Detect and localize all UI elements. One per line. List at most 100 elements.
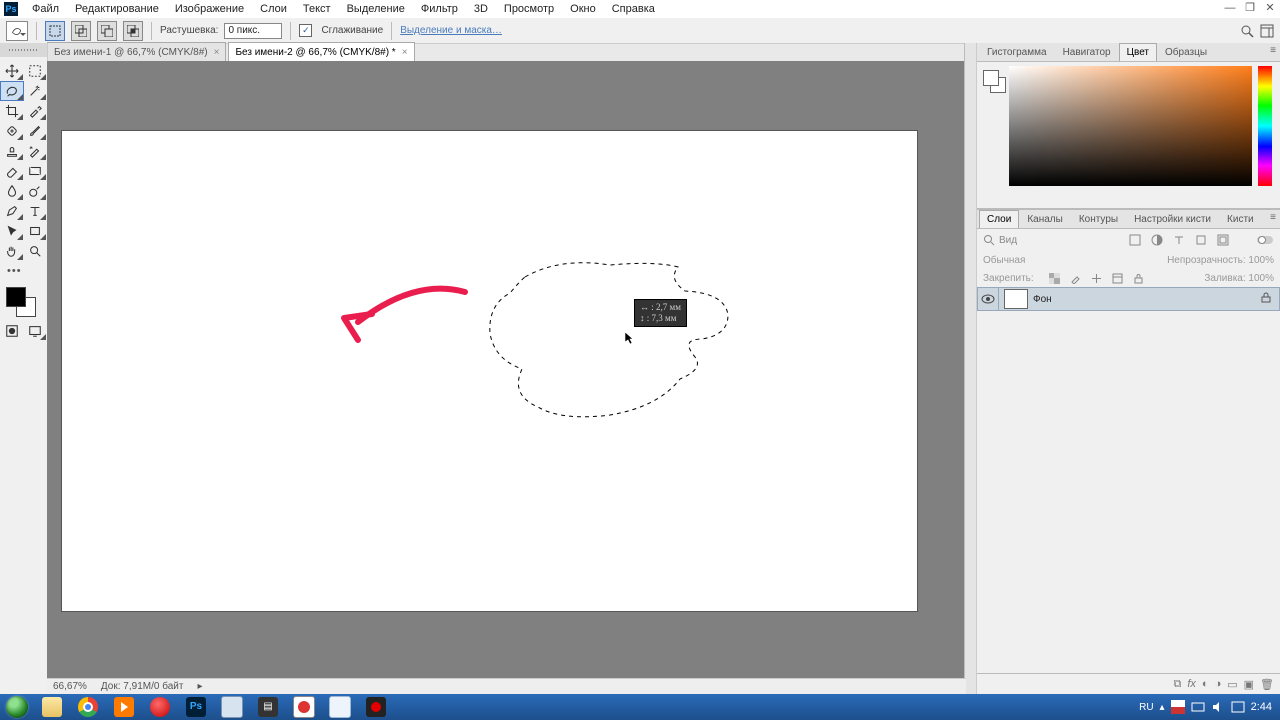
menu-3d[interactable]: 3D bbox=[466, 0, 496, 18]
language-indicator[interactable]: RU bbox=[1139, 702, 1153, 713]
menu-select[interactable]: Выделение bbox=[339, 0, 413, 18]
select-and-mask-button[interactable]: Выделение и маска… bbox=[400, 25, 502, 36]
color-field[interactable] bbox=[1009, 66, 1252, 186]
window-maximize-button[interactable]: ❐ bbox=[1240, 0, 1260, 18]
brush-tool[interactable] bbox=[24, 121, 48, 141]
menu-file[interactable]: Файл bbox=[24, 0, 67, 18]
mask-icon[interactable]: ◐ bbox=[1202, 678, 1209, 690]
pen-tool[interactable] bbox=[0, 201, 24, 221]
search-icon[interactable] bbox=[1240, 24, 1254, 38]
taskbar-player-icon[interactable] bbox=[106, 694, 142, 720]
fill-value[interactable]: 100% bbox=[1248, 273, 1274, 284]
link-layers-icon[interactable]: ⧉ bbox=[1173, 678, 1181, 691]
antialias-checkbox[interactable]: ✓ bbox=[299, 24, 312, 37]
selection-new-button[interactable] bbox=[45, 21, 65, 41]
opacity-value[interactable]: 100% bbox=[1248, 255, 1274, 266]
filter-type-icon[interactable] bbox=[1170, 231, 1188, 249]
crop-tool[interactable] bbox=[0, 101, 24, 121]
canvas-stage[interactable]: ↔ : 2,7 мм ↕ : 7,3 мм bbox=[47, 61, 966, 694]
start-button[interactable] bbox=[0, 694, 34, 720]
tab-brush-settings[interactable]: Настройки кисти bbox=[1126, 210, 1219, 228]
clock[interactable]: 2:44 bbox=[1251, 701, 1272, 713]
document-tab-1[interactable]: Без имени-1 @ 66,7% (CMYK/8#) × bbox=[47, 42, 226, 61]
history-brush-tool[interactable] bbox=[24, 141, 48, 161]
marquee-tool[interactable] bbox=[24, 61, 48, 81]
tab-channels[interactable]: Каналы bbox=[1019, 210, 1071, 228]
tab-layers[interactable]: Слои bbox=[979, 210, 1019, 228]
status-arrow-icon[interactable]: ▸ bbox=[197, 681, 202, 692]
taskbar-record-icon[interactable] bbox=[142, 694, 178, 720]
layer-thumbnail[interactable] bbox=[1004, 289, 1028, 309]
panel-menu-icon[interactable]: ≡ bbox=[1270, 212, 1276, 223]
filter-toggle[interactable] bbox=[1256, 231, 1274, 249]
palette-grip[interactable] bbox=[0, 43, 47, 57]
tray-volume-icon[interactable] bbox=[1211, 700, 1225, 714]
filter-pixel-icon[interactable] bbox=[1126, 231, 1144, 249]
menu-image[interactable]: Изображение bbox=[167, 0, 252, 18]
menu-edit[interactable]: Редактирование bbox=[67, 0, 167, 18]
menu-window[interactable]: Окно bbox=[562, 0, 604, 18]
tray-network-icon[interactable] bbox=[1191, 700, 1205, 714]
tab-swatches[interactable]: Образцы bbox=[1157, 43, 1215, 61]
feather-input[interactable]: 0 пикс. bbox=[224, 23, 282, 39]
new-layer-icon[interactable]: ▣ bbox=[1244, 678, 1254, 691]
taskbar-rec-icon[interactable] bbox=[358, 694, 394, 720]
filter-shape-icon[interactable] bbox=[1192, 231, 1210, 249]
lock-transparency-icon[interactable] bbox=[1046, 269, 1064, 287]
menu-view[interactable]: Просмотр bbox=[496, 0, 562, 18]
menu-help[interactable]: Справка bbox=[604, 0, 663, 18]
delete-layer-icon[interactable]: 🗑 bbox=[1260, 678, 1274, 691]
layer-row[interactable]: Фон bbox=[977, 287, 1280, 311]
tab-brushes[interactable]: Кисти bbox=[1219, 210, 1262, 228]
lock-all-icon[interactable] bbox=[1130, 269, 1148, 287]
taskbar-explorer-icon[interactable] bbox=[34, 694, 70, 720]
screen-mode-button[interactable] bbox=[24, 321, 48, 341]
filter-smart-icon[interactable] bbox=[1214, 231, 1232, 249]
eraser-tool[interactable] bbox=[0, 161, 24, 181]
taskbar-photoshop-icon[interactable]: Ps bbox=[178, 694, 214, 720]
eyedropper-tool[interactable] bbox=[24, 101, 48, 121]
panel-menu-icon[interactable]: ≡ bbox=[1270, 45, 1276, 56]
lock-pixels-icon[interactable] bbox=[1067, 269, 1085, 287]
zoom-level[interactable]: 66,67% bbox=[53, 681, 87, 692]
edit-toolbar[interactable]: ••• bbox=[0, 261, 47, 281]
layer-filter-select[interactable]: Вид bbox=[999, 235, 1122, 246]
blend-mode-select[interactable]: Обычная bbox=[983, 255, 1025, 266]
selection-intersect-button[interactable] bbox=[123, 21, 143, 41]
lasso-tool[interactable] bbox=[0, 81, 24, 101]
window-minimize-button[interactable]: — bbox=[1220, 0, 1240, 18]
tab-histogram[interactable]: Гистограмма bbox=[979, 43, 1055, 61]
visibility-toggle[interactable] bbox=[978, 288, 999, 310]
group-icon[interactable]: ▭ bbox=[1227, 678, 1237, 691]
menu-layers[interactable]: Слои bbox=[252, 0, 295, 18]
rectangle-tool[interactable] bbox=[24, 221, 48, 241]
adjustment-icon[interactable]: ◑ bbox=[1215, 678, 1222, 690]
blur-tool[interactable] bbox=[0, 181, 24, 201]
window-close-button[interactable]: ✕ bbox=[1260, 0, 1280, 18]
lock-artboard-icon[interactable] bbox=[1109, 269, 1127, 287]
taskbar-notes-icon[interactable] bbox=[322, 694, 358, 720]
quick-mask-button[interactable] bbox=[0, 321, 24, 341]
workspace-icon[interactable] bbox=[1260, 24, 1274, 38]
close-tab-icon[interactable]: × bbox=[402, 47, 408, 58]
close-tab-icon[interactable]: × bbox=[214, 47, 220, 58]
taskbar-app-icon[interactable]: ▤ bbox=[250, 694, 286, 720]
filter-adjust-icon[interactable] bbox=[1148, 231, 1166, 249]
taskbar-chrome-icon[interactable] bbox=[70, 694, 106, 720]
hand-tool[interactable] bbox=[0, 241, 24, 261]
lock-position-icon[interactable] bbox=[1088, 269, 1106, 287]
tray-flag-icon[interactable] bbox=[1171, 700, 1185, 714]
taskbar-app-icon[interactable] bbox=[286, 694, 322, 720]
selection-subtract-button[interactable] bbox=[97, 21, 117, 41]
color-fg-bg-swatch[interactable] bbox=[983, 70, 1005, 90]
dodge-tool[interactable] bbox=[24, 181, 48, 201]
hue-slider[interactable] bbox=[1258, 66, 1272, 186]
document-info[interactable]: Док: 7,91M/0 байт bbox=[101, 681, 184, 692]
document-tab-2[interactable]: Без имени-2 @ 66,7% (CMYK/8#) * × bbox=[228, 42, 414, 61]
selection-add-button[interactable] bbox=[71, 21, 91, 41]
document-canvas[interactable]: ↔ : 2,7 мм ↕ : 7,3 мм bbox=[62, 131, 917, 611]
type-tool[interactable] bbox=[24, 201, 48, 221]
zoom-tool[interactable] bbox=[24, 241, 48, 261]
menu-filter[interactable]: Фильтр bbox=[413, 0, 466, 18]
tray-action-icon[interactable] bbox=[1231, 700, 1245, 714]
